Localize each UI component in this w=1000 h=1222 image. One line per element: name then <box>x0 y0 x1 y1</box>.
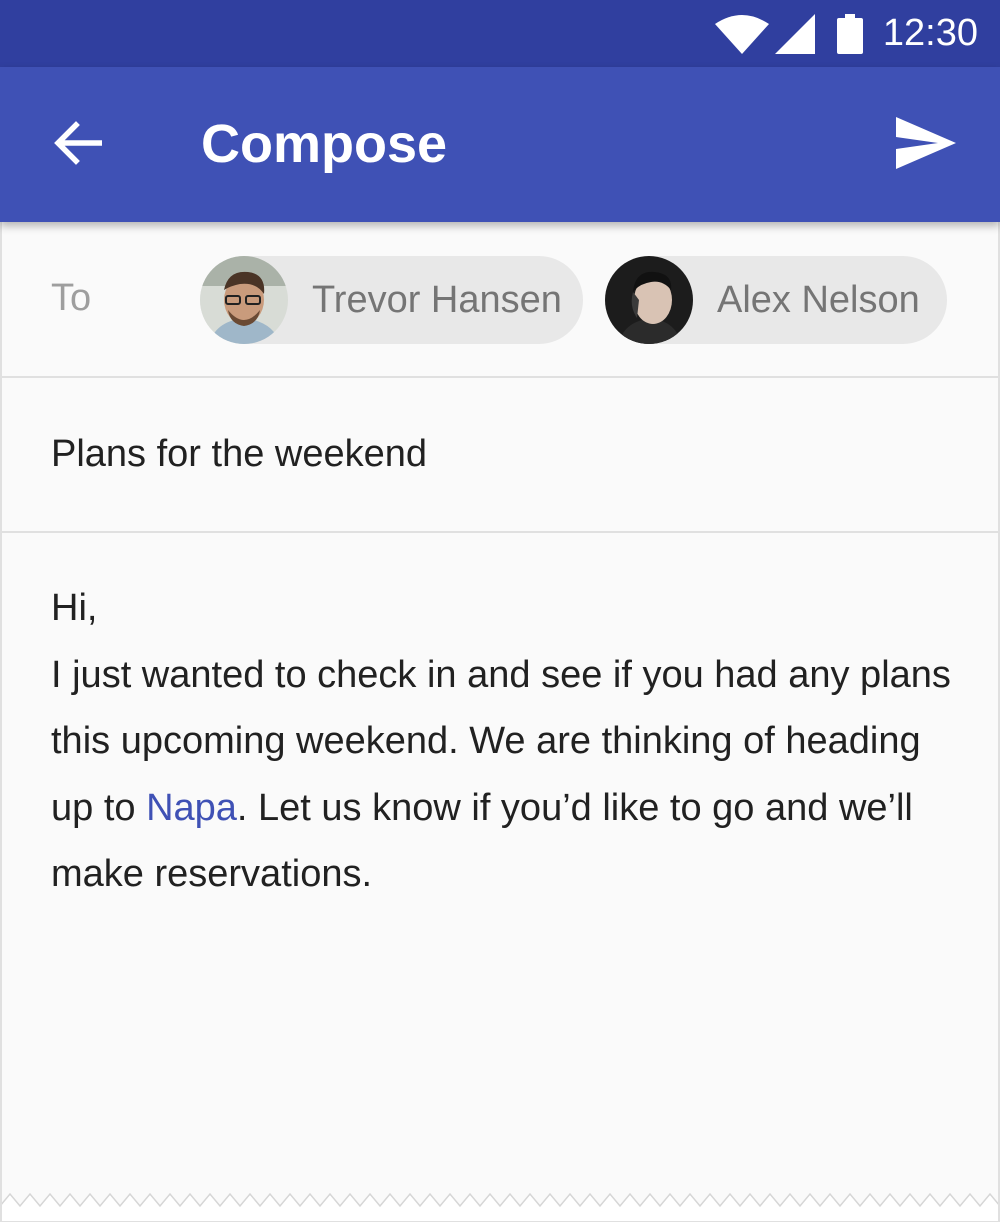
to-label: To <box>51 277 92 319</box>
recipient-name: Alex Nelson <box>717 279 920 321</box>
message-body: Hi, I just wanted to check in and see if… <box>51 575 951 908</box>
message-paragraph: I just wanted to check in and see if you… <box>51 642 951 908</box>
recipient-chip-trevor-hansen[interactable]: Trevor Hansen <box>200 256 583 344</box>
status-time: 12:30 <box>882 12 978 54</box>
avatar <box>605 256 693 344</box>
arrow-back-icon <box>54 120 103 170</box>
frame-left-border <box>0 222 2 1222</box>
recipient-chip-alex-nelson[interactable]: Alex Nelson <box>605 256 947 344</box>
avatar <box>200 256 288 344</box>
subject-value: Plans for the weekend <box>51 433 428 475</box>
recipients-row: To Trevor Hansen Alex Nelson <box>0 222 1000 378</box>
napa-link[interactable]: Napa <box>146 787 237 829</box>
battery-icon <box>836 13 863 54</box>
app-bar: Compose <box>0 67 1000 222</box>
subject-field[interactable]: Plans for the weekend <box>0 378 1000 533</box>
signal-icon <box>774 13 815 54</box>
recipient-name: Trevor Hansen <box>312 279 562 321</box>
status-icons: 12:30 <box>714 0 978 67</box>
message-body-field[interactable]: Hi, I just wanted to check in and see if… <box>0 533 1000 1193</box>
back-button[interactable] <box>40 107 116 183</box>
send-icon <box>896 116 956 174</box>
wifi-icon <box>714 14 769 54</box>
status-bar: 12:30 <box>0 0 1000 67</box>
torn-edge <box>0 1192 1000 1222</box>
message-greeting: Hi, <box>51 587 98 629</box>
page-title: Compose <box>201 114 448 174</box>
send-button[interactable] <box>888 107 964 183</box>
